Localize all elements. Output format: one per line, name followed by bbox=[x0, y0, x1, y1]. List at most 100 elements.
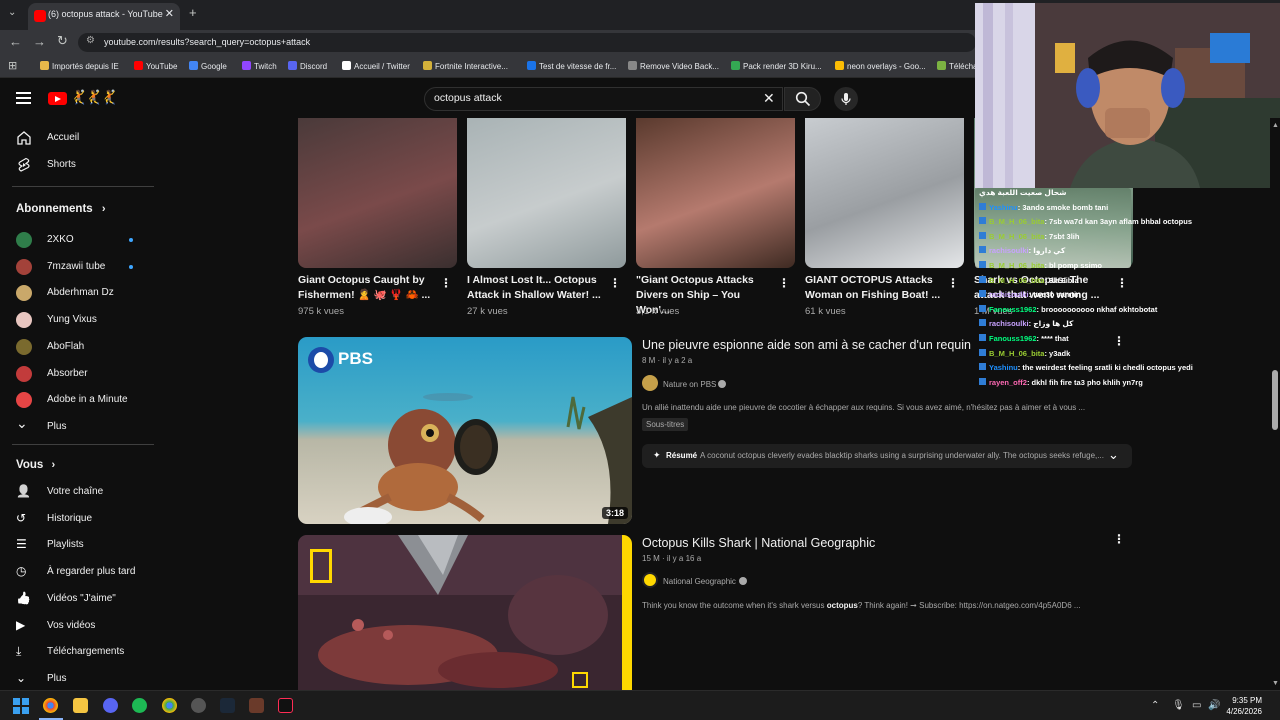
scroll-up-icon[interactable]: ▲ bbox=[1272, 122, 1279, 129]
bookmark-item[interactable]: Twitch bbox=[242, 61, 277, 71]
chrome-alt-taskbar-icon[interactable] bbox=[162, 698, 177, 713]
video-title[interactable]: Octopus Kills Shark | National Geographi… bbox=[642, 536, 875, 550]
file-explorer-icon[interactable] bbox=[73, 698, 88, 713]
bookmark-item[interactable]: Accueil / Twitter bbox=[342, 61, 410, 71]
bookmark-item[interactable]: Importés depuis IE bbox=[40, 61, 119, 71]
chat-message: B_M_H_06_bita: 7sb wa7d kan 3ayn aflam b… bbox=[979, 217, 1192, 226]
volume-icon[interactable]: 🔊 bbox=[1208, 700, 1220, 711]
chrome-taskbar-icon[interactable] bbox=[43, 698, 58, 713]
new-tab-button[interactable]: + bbox=[189, 5, 197, 20]
short-more-options-icon[interactable]: ⋮ bbox=[778, 276, 790, 290]
channel-name[interactable]: Nature on PBS bbox=[663, 380, 716, 389]
clock-date: 4/26/2026 bbox=[1226, 707, 1262, 716]
bookmark-item[interactable]: YouTube bbox=[134, 61, 177, 71]
sidebar-item-subscription[interactable]: Abderhman Dz bbox=[12, 281, 152, 305]
sidebar-item-subscription[interactable]: Adobe in a Minute bbox=[12, 388, 152, 412]
scroll-down-icon[interactable]: ▼ bbox=[1272, 680, 1279, 687]
sidebar-item-playlists[interactable]: ☰ Playlists bbox=[12, 533, 152, 557]
sidebar-item-subscription[interactable]: Yung Vixus bbox=[12, 308, 152, 332]
short-thumbnail[interactable] bbox=[805, 118, 964, 268]
short-title[interactable]: GIANT OCTOPUS Attacks Woman on Fishing B… bbox=[805, 273, 941, 303]
short-thumbnail[interactable] bbox=[467, 118, 626, 268]
bookmark-item[interactable]: Fortnite Interactive... bbox=[423, 61, 508, 71]
game-taskbar-icon[interactable] bbox=[249, 698, 264, 713]
channel-avatar[interactable] bbox=[642, 572, 658, 588]
sidebar-item-like[interactable]: 👍 Vidéos "J'aime" bbox=[12, 587, 152, 611]
you-heading[interactable]: Vous › bbox=[16, 459, 55, 471]
short-thumbnail[interactable] bbox=[298, 118, 457, 268]
sidebar-item-subscription[interactable]: 7mzawii tube bbox=[12, 255, 152, 279]
video-thumbnail[interactable]: PBS 3:18 bbox=[298, 337, 632, 524]
sidebar-item-subscription[interactable]: Absorber bbox=[12, 362, 152, 386]
video-title[interactable]: Une pieuvre espionne aide son ami à se c… bbox=[642, 338, 971, 352]
short-more-options-icon[interactable]: ⋮ bbox=[947, 276, 959, 290]
tab-search-icon[interactable]: ⌄ bbox=[8, 7, 16, 18]
discord-taskbar-icon[interactable] bbox=[103, 698, 118, 713]
sidebar-item-your-videos[interactable]: ▶ Vos vidéos bbox=[12, 614, 152, 638]
channel-name[interactable]: National Geographic bbox=[663, 577, 736, 586]
windows-start-icon[interactable] bbox=[13, 698, 29, 714]
voice-search-button[interactable] bbox=[834, 87, 858, 111]
search-input[interactable] bbox=[434, 92, 754, 104]
short-card[interactable]: Giant Octopus Caught by Fishermen! 🙎 🐙 🦞… bbox=[298, 118, 457, 317]
short-more-options-icon[interactable]: ⋮ bbox=[609, 276, 621, 290]
sidebar-item-shorts[interactable]: Shorts bbox=[12, 153, 152, 177]
sidebar-item-channel[interactable]: 👤 Votre chaîne bbox=[12, 480, 152, 504]
browser-tab[interactable]: (6) octopus attack - YouTube ✕ bbox=[28, 3, 180, 30]
sidebar-item-chevron-down[interactable]: ⌄ Plus bbox=[12, 667, 152, 691]
video-more-options-icon[interactable]: ⋮ bbox=[1113, 532, 1125, 546]
bookmark-icon bbox=[288, 61, 297, 70]
sidebar-item-subscription[interactable]: 2XKO bbox=[12, 228, 152, 252]
tiktok-taskbar-icon[interactable] bbox=[278, 698, 293, 713]
youtube-logo-icon[interactable] bbox=[48, 92, 67, 105]
bookmark-item[interactable]: neon overlays - Goo... bbox=[835, 61, 926, 71]
system-clock[interactable]: 9:35 PM 4/26/2026 bbox=[1222, 695, 1262, 717]
address-bar[interactable]: ⚙ youtube.com/results?search_query=octop… bbox=[78, 33, 976, 52]
expand-chevron-icon[interactable]: ⌄ bbox=[1108, 447, 1119, 463]
sidebar-item-subscription[interactable]: ⌄ Plus bbox=[12, 415, 152, 439]
menu-icon[interactable] bbox=[16, 92, 31, 104]
sidebar-item-home[interactable]: Accueil bbox=[12, 126, 152, 150]
scrollbar-thumb[interactable] bbox=[1272, 370, 1278, 430]
chat-badge-icon bbox=[979, 319, 986, 327]
network-icon[interactable]: ▭ bbox=[1192, 700, 1201, 711]
ai-summary-bar[interactable]: ✦ Résumé A coconut octopus cleverly evad… bbox=[642, 444, 1132, 468]
doodle-logo-icon[interactable]: 🤾🤾🤾 bbox=[70, 89, 118, 106]
forward-icon[interactable]: → bbox=[33, 34, 46, 49]
reload-icon[interactable]: ↻ bbox=[57, 33, 68, 49]
microphone-tray-icon[interactable]: 🎙 bbox=[1172, 700, 1185, 711]
bookmark-item[interactable]: Discord bbox=[288, 61, 327, 71]
site-info-icon[interactable]: ⚙ bbox=[86, 35, 95, 46]
bookmark-item[interactable]: Remove Video Back... bbox=[628, 61, 719, 71]
sidebar-item-label: Plus bbox=[47, 420, 67, 432]
short-card[interactable]: GIANT OCTOPUS Attacks Woman on Fishing B… bbox=[805, 118, 964, 317]
spotify-taskbar-icon[interactable] bbox=[132, 698, 147, 713]
search-button[interactable] bbox=[784, 87, 821, 111]
short-title[interactable]: Giant Octopus Caught by Fishermen! 🙎 🐙 🦞… bbox=[298, 273, 434, 303]
sidebar-item-downloads[interactable]: ⤓ Téléchargements bbox=[12, 640, 152, 664]
history-icon: ↺ bbox=[16, 510, 27, 525]
tab-close-icon[interactable]: ✕ bbox=[165, 7, 174, 20]
short-card[interactable]: I Almost Lost It... Octopus Attack in Sh… bbox=[467, 118, 626, 317]
search-box[interactable] bbox=[424, 87, 783, 111]
chat-text: : y3adk bbox=[1044, 348, 1071, 358]
apps-grid-icon[interactable]: ⊞ bbox=[8, 59, 17, 72]
sidebar-item-history[interactable]: ↺ Historique bbox=[12, 507, 152, 531]
short-card[interactable]: "Giant Octopus Attacks Divers on Ship – … bbox=[636, 118, 795, 317]
short-thumbnail[interactable] bbox=[636, 118, 795, 268]
clear-search-icon[interactable]: ✕ bbox=[763, 90, 775, 107]
sidebar-item-watch-later[interactable]: ◷ À regarder plus tard bbox=[12, 560, 152, 584]
bookmark-item[interactable]: Pack render 3D Kiru... bbox=[731, 61, 822, 71]
short-title[interactable]: I Almost Lost It... Octopus Attack in Sh… bbox=[467, 273, 603, 303]
tray-overflow-icon[interactable]: ⌃ bbox=[1151, 700, 1159, 711]
short-more-options-icon[interactable]: ⋮ bbox=[440, 276, 452, 290]
bookmark-item[interactable]: Test de vitesse de fr... bbox=[527, 61, 616, 71]
steam-taskbar-icon[interactable] bbox=[220, 698, 235, 713]
channel-avatar[interactable] bbox=[642, 375, 658, 391]
subscriptions-heading[interactable]: Abonnements › bbox=[16, 203, 106, 215]
video-thumbnail[interactable] bbox=[298, 535, 632, 690]
sidebar-item-subscription[interactable]: AboFlah bbox=[12, 335, 152, 359]
bookmark-item[interactable]: Google bbox=[189, 61, 227, 71]
obs-taskbar-icon[interactable] bbox=[191, 698, 206, 713]
back-icon[interactable]: ← bbox=[9, 34, 22, 49]
